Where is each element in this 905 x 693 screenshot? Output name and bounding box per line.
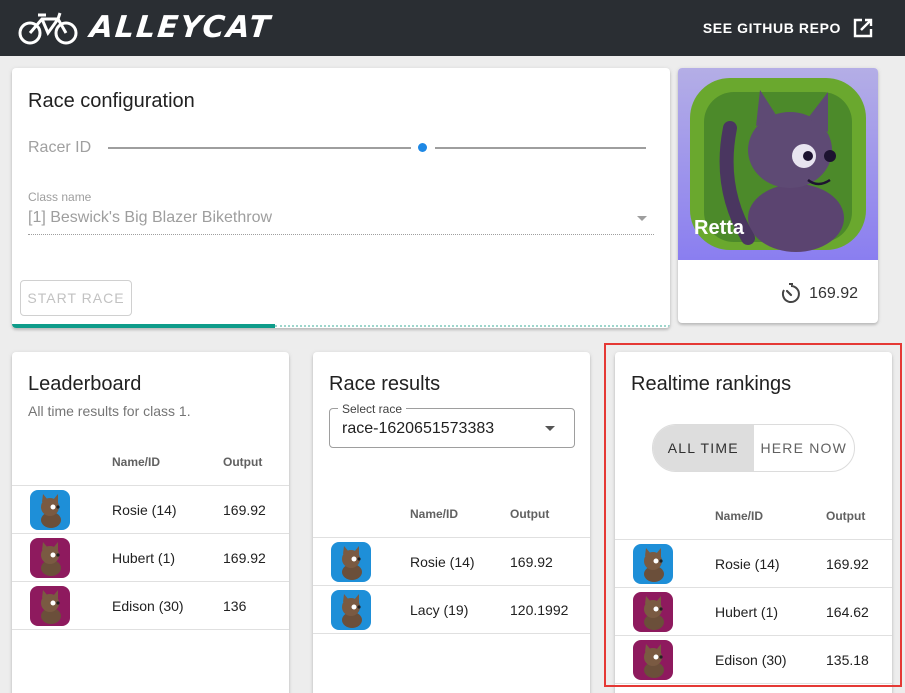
- racer-card: Retta 169.92: [678, 68, 878, 323]
- column-header-name: Name/ID: [112, 455, 161, 469]
- chevron-down-icon: [545, 426, 555, 431]
- output-cell: 169.92: [223, 550, 266, 566]
- output-cell: 164.62: [826, 604, 869, 620]
- racer-name-cell: Hubert (1): [715, 604, 779, 620]
- racer-avatar: [633, 544, 673, 584]
- output-cell: 120.1992: [510, 602, 569, 618]
- racer-output-value: 169.92: [809, 285, 858, 302]
- table-row: Rosie (14) 169.92: [313, 538, 590, 586]
- racer-avatar: [30, 586, 70, 626]
- table-row: Hubert (1) 164.62: [615, 588, 892, 636]
- racer-avatar: [30, 538, 70, 578]
- output-cell: 169.92: [826, 556, 869, 572]
- racer-name-cell: Lacy (19): [410, 602, 469, 618]
- card-title: Leaderboard: [28, 373, 142, 395]
- chevron-down-icon[interactable]: [637, 216, 647, 221]
- race-results-card: Race results Select race race-1620651573…: [313, 352, 590, 693]
- class-name-select[interactable]: [1] Beswick's Big Blazer Bikethrow: [28, 209, 272, 227]
- brand-name: ALLEYCAT: [88, 10, 274, 45]
- racer-avatar: [30, 490, 70, 530]
- realtime-rankings-card: Realtime rankings ALL TIME HERE NOW Name…: [615, 352, 892, 693]
- output-cell: 169.92: [510, 554, 553, 570]
- table-row: Rosie (14) 169.92: [615, 540, 892, 588]
- slider-thumb[interactable]: [418, 143, 427, 152]
- select-race-dropdown[interactable]: Select race race-1620651573383: [329, 402, 575, 448]
- progress-buffer: [275, 325, 670, 327]
- toggle-all-time[interactable]: ALL TIME: [653, 425, 754, 471]
- start-race-button[interactable]: START RACE: [20, 280, 132, 316]
- toggle-here-now[interactable]: HERE NOW: [754, 425, 855, 471]
- table-header: Name/ID Output: [615, 492, 892, 540]
- racer-avatar: [331, 590, 371, 630]
- class-name-label: Class name: [28, 190, 92, 204]
- racer-avatar: [633, 640, 673, 680]
- race-configuration-card: Race configuration Racer ID Class name […: [12, 68, 670, 328]
- column-header-output: Output: [223, 455, 263, 469]
- table-row: Hubert (1) 169.92: [12, 534, 289, 582]
- open-in-new-icon: [853, 18, 873, 38]
- race-progress-bar: [12, 324, 670, 328]
- table-row: Lacy (19) 120.1992: [313, 586, 590, 634]
- column-header-output: Output: [826, 509, 866, 523]
- racer-avatar: [331, 542, 371, 582]
- github-repo-link[interactable]: SEE GITHUB REPO: [703, 18, 873, 38]
- table-row: Edison (30) 135.18: [615, 636, 892, 684]
- logo[interactable]: ALLEYCAT: [18, 10, 274, 45]
- select-race-value: race-1620651573383: [342, 420, 495, 437]
- repo-link-label: SEE GITHUB REPO: [702, 20, 841, 36]
- progress-fill: [12, 324, 275, 328]
- racer-id-label: Racer ID: [28, 139, 92, 156]
- column-header-name: Name/ID: [410, 507, 459, 521]
- output-cell: 169.92: [223, 502, 266, 518]
- racer-name-cell: Edison (30): [112, 598, 184, 614]
- leaderboard-card: Leaderboard All time results for class 1…: [12, 352, 289, 693]
- card-title: Race configuration: [28, 90, 195, 112]
- column-header-output: Output: [510, 507, 550, 521]
- output-cell: 135.18: [826, 652, 869, 668]
- table-header: Name/ID Output: [313, 490, 590, 538]
- racer-name-cell: Rosie (14): [715, 556, 780, 572]
- racer-name: Retta: [694, 217, 745, 239]
- table-row: Edison (30) 136: [12, 582, 289, 630]
- racer-avatar-image: Retta: [678, 68, 878, 260]
- table-row: Rosie (14) 169.92: [12, 486, 289, 534]
- racer-name-cell: Edison (30): [715, 652, 787, 668]
- racer-avatar: [633, 592, 673, 632]
- app-bar: ALLEYCAT SEE GITHUB REPO: [0, 0, 905, 56]
- select-underline: [28, 234, 654, 235]
- table-header: Name/ID Output: [12, 438, 289, 486]
- card-subtitle: All time results for class 1.: [28, 403, 191, 419]
- racer-output: 169.92: [779, 282, 858, 306]
- card-title: Realtime rankings: [631, 373, 792, 395]
- racer-name-cell: Rosie (14): [410, 554, 475, 570]
- card-title: Race results: [329, 373, 441, 395]
- select-race-label: Select race: [338, 402, 407, 416]
- ranking-scope-toggle: ALL TIME HERE NOW: [652, 424, 855, 472]
- bicycle-icon: [18, 12, 78, 44]
- racer-id-slider[interactable]: [108, 143, 646, 153]
- racer-name-cell: Rosie (14): [112, 502, 177, 518]
- racer-name-cell: Hubert (1): [112, 550, 176, 566]
- output-cell: 136: [223, 598, 247, 614]
- timer-icon: [782, 283, 800, 303]
- column-header-name: Name/ID: [715, 509, 764, 523]
